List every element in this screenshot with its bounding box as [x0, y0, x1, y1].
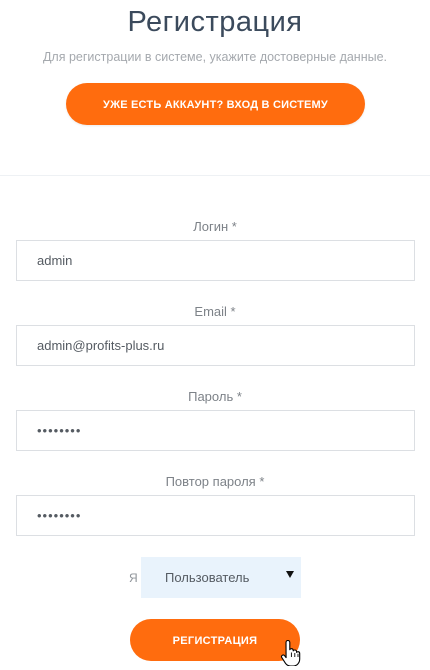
login-input[interactable]: [16, 240, 415, 281]
role-select[interactable]: Пользователь: [141, 557, 301, 598]
role-prefix-label: Я: [129, 571, 138, 585]
register-submit-button[interactable]: РЕГИСТРАЦИЯ: [130, 619, 300, 661]
login-link-button[interactable]: УЖЕ ЕСТЬ АККАУНТ? ВХОД В СИСТЕМУ: [66, 83, 365, 125]
password-repeat-input[interactable]: [16, 495, 415, 536]
email-label: Email *: [194, 304, 236, 319]
page-subtitle: Для регистрации в системе, укажите досто…: [42, 50, 388, 64]
page-title: Регистрация: [127, 6, 303, 38]
password-label: Пароль *: [188, 389, 242, 404]
role-select-value: Пользователь: [165, 570, 250, 585]
registration-page: Регистрация Для регистрации в системе, у…: [0, 0, 430, 670]
password-repeat-label: Повтор пароля *: [165, 474, 265, 489]
section-divider: [0, 175, 430, 176]
login-label: Логин *: [193, 219, 237, 234]
email-input[interactable]: [16, 325, 415, 366]
caret-down-icon: [286, 571, 294, 578]
password-input[interactable]: [16, 410, 415, 451]
hand-pointer-icon: [280, 640, 301, 666]
